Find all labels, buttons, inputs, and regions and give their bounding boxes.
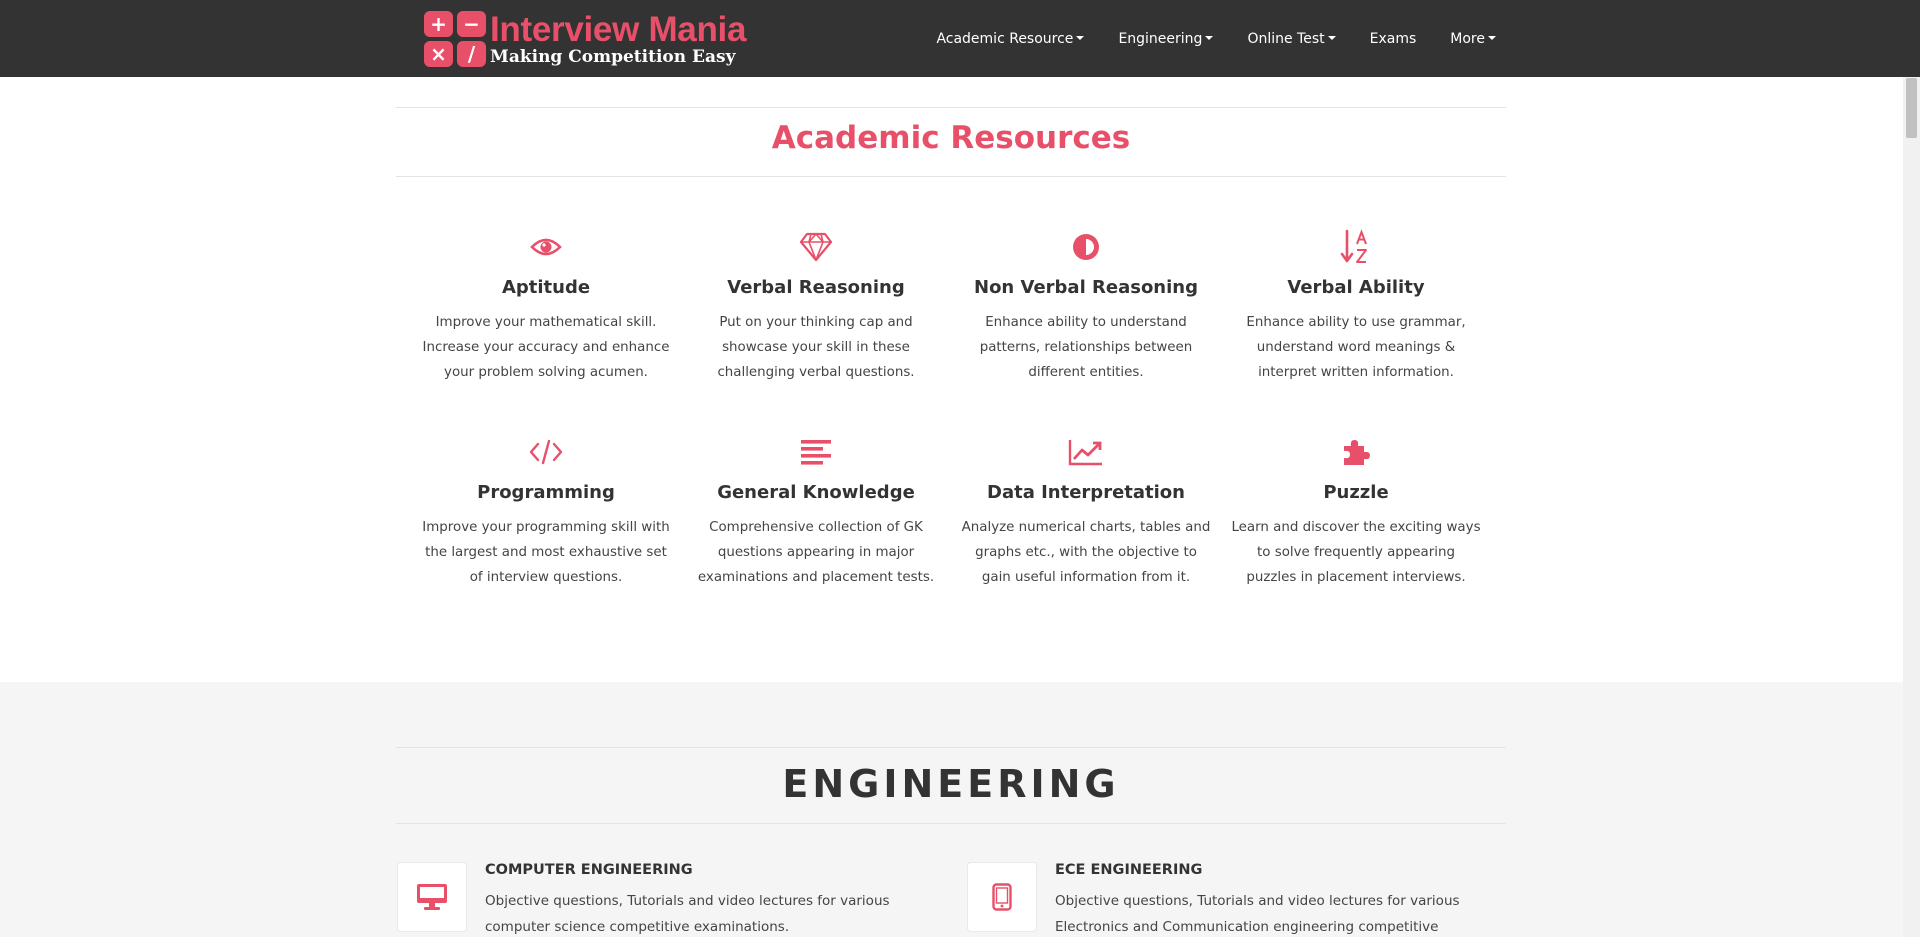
nav-label: Exams: [1369, 30, 1417, 47]
section-divider-top: [396, 107, 1506, 108]
card-non-verbal-reasoning[interactable]: Non Verbal Reasoning Enhance ability to …: [961, 227, 1211, 385]
card-title: Puzzle: [1323, 482, 1389, 503]
card-verbal-ability[interactable]: Verbal Ability Enhance ability to use gr…: [1231, 227, 1481, 385]
card-description: Enhance ability to use grammar, understa…: [1246, 315, 1466, 380]
card-title: Aptitude: [501, 277, 591, 298]
card-title: ECE ENGINEERING: [1055, 862, 1203, 878]
minus-symbol: −: [457, 11, 486, 37]
card-description: Learn and discover the exciting ways to …: [1231, 520, 1481, 585]
card-description: Objective questions, Tutorials and video…: [485, 893, 890, 935]
line-chart-icon: [961, 432, 1211, 472]
card-description: Analyze numerical charts, tables and gra…: [961, 520, 1211, 585]
plus-symbol: +: [424, 11, 453, 37]
nav-engineering[interactable]: Engineering: [1118, 30, 1214, 47]
card-description: Enhance ability to understand patterns, …: [979, 315, 1193, 380]
card-description: Improve your programming skill with the …: [422, 520, 670, 585]
puzzle-icon: [1231, 432, 1481, 472]
brand-name: Interview Mania: [490, 10, 747, 49]
card-description: Objective questions, Tutorials and video…: [1055, 893, 1460, 935]
sort-alpha-icon: [1231, 227, 1481, 267]
card-title: Verbal Ability: [1287, 277, 1425, 298]
academic-resources-title: Academic Resources: [771, 120, 1131, 156]
card-description: Comprehensive collection of GK questions…: [697, 520, 935, 585]
scrollbar-thumb[interactable]: [1906, 78, 1917, 138]
card-general-knowledge[interactable]: General Knowledge Comprehensive collecti…: [691, 432, 941, 590]
engineering-title: ENGINEERING: [782, 762, 1120, 806]
adjust-icon: [961, 227, 1211, 267]
nav-label: Engineering: [1118, 30, 1203, 47]
card-description: Improve your mathematical skill. Increas…: [422, 315, 670, 380]
card-description: Put on your thinking cap and showcase yo…: [717, 315, 915, 380]
card-title: Programming: [477, 482, 615, 503]
nav-more[interactable]: More: [1450, 31, 1496, 47]
main-nav-menu: Academic Resource Engineering Online Tes…: [902, 0, 1496, 77]
nav-online-test[interactable]: Online Test: [1247, 30, 1336, 47]
engineering-divider-bottom: [396, 823, 1506, 824]
divide-symbol: /: [457, 41, 486, 67]
caret-down-icon: [1488, 35, 1496, 40]
nav-label: Online Test: [1247, 30, 1325, 47]
nav-academic-resource[interactable]: Academic Resource: [936, 30, 1085, 47]
card-puzzle[interactable]: Puzzle Learn and discover the exciting w…: [1231, 432, 1481, 590]
card-computer-engineering[interactable]: COMPUTER ENGINEERING Objective questions…: [397, 862, 957, 937]
brand-tagline: Making Competition Easy: [490, 47, 736, 67]
nav-label: More: [1450, 30, 1485, 47]
align-left-icon: [691, 432, 941, 472]
eye-icon: [421, 227, 671, 267]
card-title: COMPUTER ENGINEERING: [485, 862, 693, 878]
desktop-icon: [397, 862, 467, 932]
card-aptitude[interactable]: Aptitude Improve your mathematical skill…: [421, 227, 671, 385]
engineering-divider: [396, 747, 1506, 748]
nav-label: Academic Resource: [936, 30, 1074, 47]
card-verbal-reasoning[interactable]: Verbal Reasoning Put on your thinking ca…: [691, 227, 941, 385]
caret-down-icon: [1205, 35, 1214, 40]
diamond-icon: [691, 227, 941, 267]
card-data-interpretation[interactable]: Data Interpretation Analyze numerical ch…: [961, 432, 1211, 590]
card-programming[interactable]: Programming Improve your programming ski…: [421, 432, 671, 590]
nav-exams[interactable]: Exams: [1370, 31, 1417, 47]
card-ece-engineering[interactable]: ECE ENGINEERING Objective questions, Tut…: [967, 862, 1527, 937]
top-navbar: + − × / Interview Mania Making Competiti…: [0, 0, 1920, 77]
site-logo[interactable]: + − × / Interview Mania Making Competiti…: [424, 10, 746, 68]
card-title: Non Verbal Reasoning: [974, 277, 1198, 298]
calculator-logo-icon: + − × /: [424, 11, 486, 67]
caret-down-icon: [1076, 35, 1085, 40]
card-title: Data Interpretation: [987, 482, 1185, 503]
card-title: General Knowledge: [717, 482, 915, 503]
page-scrollbar[interactable]: [1903, 77, 1920, 937]
logo-text: Interview Mania Making Competition Easy: [490, 12, 746, 66]
code-icon: [421, 432, 671, 472]
card-title: Verbal Reasoning: [727, 277, 905, 298]
multiply-symbol: ×: [424, 41, 453, 67]
caret-down-icon: [1327, 35, 1336, 40]
tablet-icon: [967, 862, 1037, 932]
section-divider-bottom: [396, 176, 1506, 177]
